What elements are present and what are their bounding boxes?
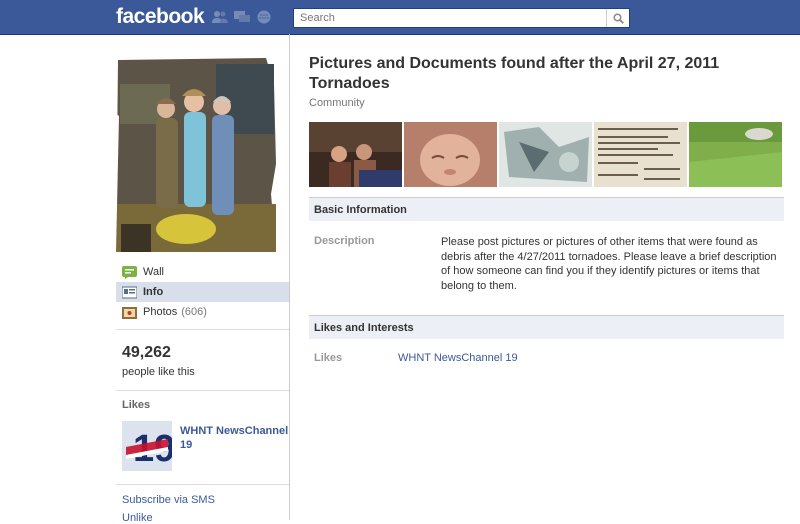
divider (116, 329, 290, 330)
photo-thumbnail[interactable] (309, 122, 402, 187)
search-icon (612, 12, 624, 24)
wall-icon (122, 265, 137, 279)
photo-thumbnail[interactable] (404, 122, 497, 187)
nav-label: Wall (143, 266, 164, 278)
subscribe-sms-link[interactable]: Subscribe via SMS (122, 494, 215, 506)
whnt-logo[interactable]: 19 (122, 421, 172, 471)
likes-label: Likes (314, 352, 343, 364)
likes-value-link[interactable]: WHNT NewsChannel 19 (398, 352, 518, 364)
divider (116, 484, 290, 485)
column-divider (289, 34, 290, 520)
likes-interests-heading: Likes and Interests (309, 315, 784, 339)
nav-label: Photos (143, 306, 178, 318)
search-input[interactable] (294, 9, 606, 27)
basic-info-heading: Basic Information (309, 197, 784, 221)
unlike-link[interactable]: Unlike (122, 512, 153, 524)
like-count: 49,262 (122, 344, 171, 361)
photos-icon (122, 306, 137, 319)
search-button[interactable] (606, 9, 629, 27)
facebook-logo[interactable]: facebook (116, 5, 205, 29)
page-category: Community (309, 97, 365, 109)
friend-requests-icon[interactable] (212, 10, 228, 24)
search-box (293, 8, 630, 28)
photo-thumbnail[interactable] (594, 122, 687, 187)
photo-strip (309, 122, 782, 187)
messages-icon[interactable] (234, 10, 250, 24)
liked-page-link[interactable]: WHNT NewsChannel 19 (180, 424, 290, 452)
nav-label: Info (143, 286, 164, 298)
info-icon (122, 286, 137, 298)
like-count-label: people like this (122, 366, 195, 378)
notifications-icon[interactable] (256, 10, 272, 24)
page-nav: Wall Info Photos (606) (116, 262, 290, 322)
nav-item-wall[interactable]: Wall (116, 262, 290, 282)
photo-thumbnail[interactable] (689, 122, 782, 187)
nav-item-photos[interactable]: Photos (606) (116, 302, 290, 322)
profile-picture[interactable] (116, 54, 276, 252)
divider (116, 390, 290, 391)
likes-heading: Likes (122, 399, 151, 411)
photo-thumbnail[interactable] (499, 122, 592, 187)
photo-count: (606) (181, 306, 207, 318)
nav-item-info[interactable]: Info (116, 282, 290, 302)
description-text: Please post pictures or pictures of othe… (441, 236, 777, 292)
top-bar: facebook (0, 0, 800, 35)
description-label: Description (314, 235, 375, 247)
page-title: Pictures and Documents found after the A… (309, 55, 720, 92)
jewel-icons (212, 10, 272, 24)
